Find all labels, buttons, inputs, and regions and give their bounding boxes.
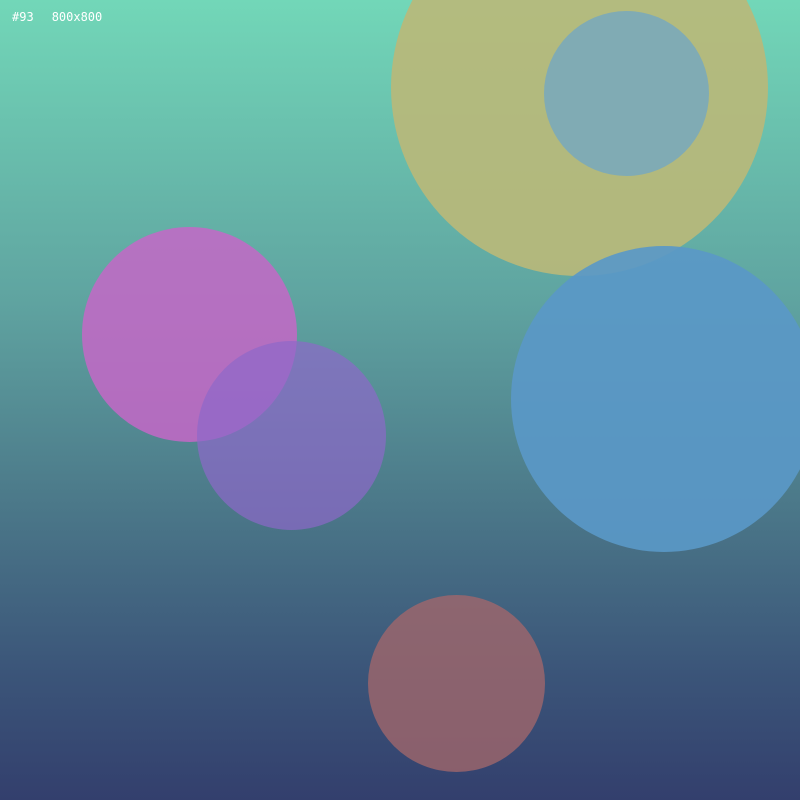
canvas: #93 800x800 [0, 0, 800, 800]
blue-circle [511, 246, 800, 552]
small-steel-circle [544, 11, 709, 176]
image-size: 800x800 [51, 10, 103, 24]
image-index: #93 [12, 10, 34, 24]
image-label: #93 800x800 [12, 10, 102, 24]
brown-circle [368, 595, 545, 772]
purple-circle [197, 341, 386, 530]
